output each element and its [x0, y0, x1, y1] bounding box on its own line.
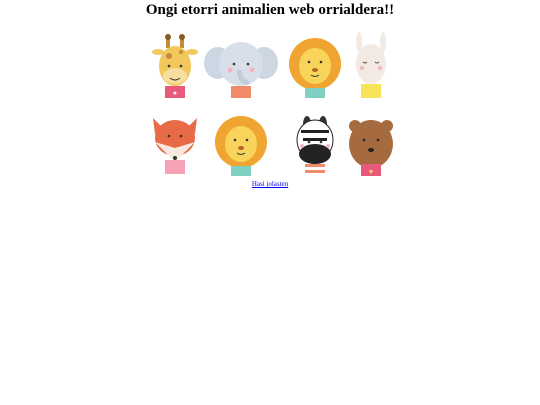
elephant-icon: [204, 42, 278, 98]
animals-illustration: ★ ♥: [152, 32, 393, 176]
start-playing-link[interactable]: Hasi jolasten: [252, 180, 288, 188]
giraffe-icon: ★: [152, 34, 198, 98]
svg-text:★: ★: [172, 90, 177, 97]
lion-icon: [215, 116, 267, 176]
svg-text:♥: ♥: [369, 168, 373, 176]
page-title: Ongi etorri animalien web orrialdera!!: [145, 2, 395, 18]
lion-icon: [289, 38, 341, 98]
llama-icon: [356, 32, 386, 98]
start-playing-link-wrapper: Hasi jolasten: [0, 180, 540, 188]
bear-icon: ♥: [349, 120, 393, 176]
fox-icon: [153, 118, 197, 174]
zebra-icon: [296, 116, 334, 176]
